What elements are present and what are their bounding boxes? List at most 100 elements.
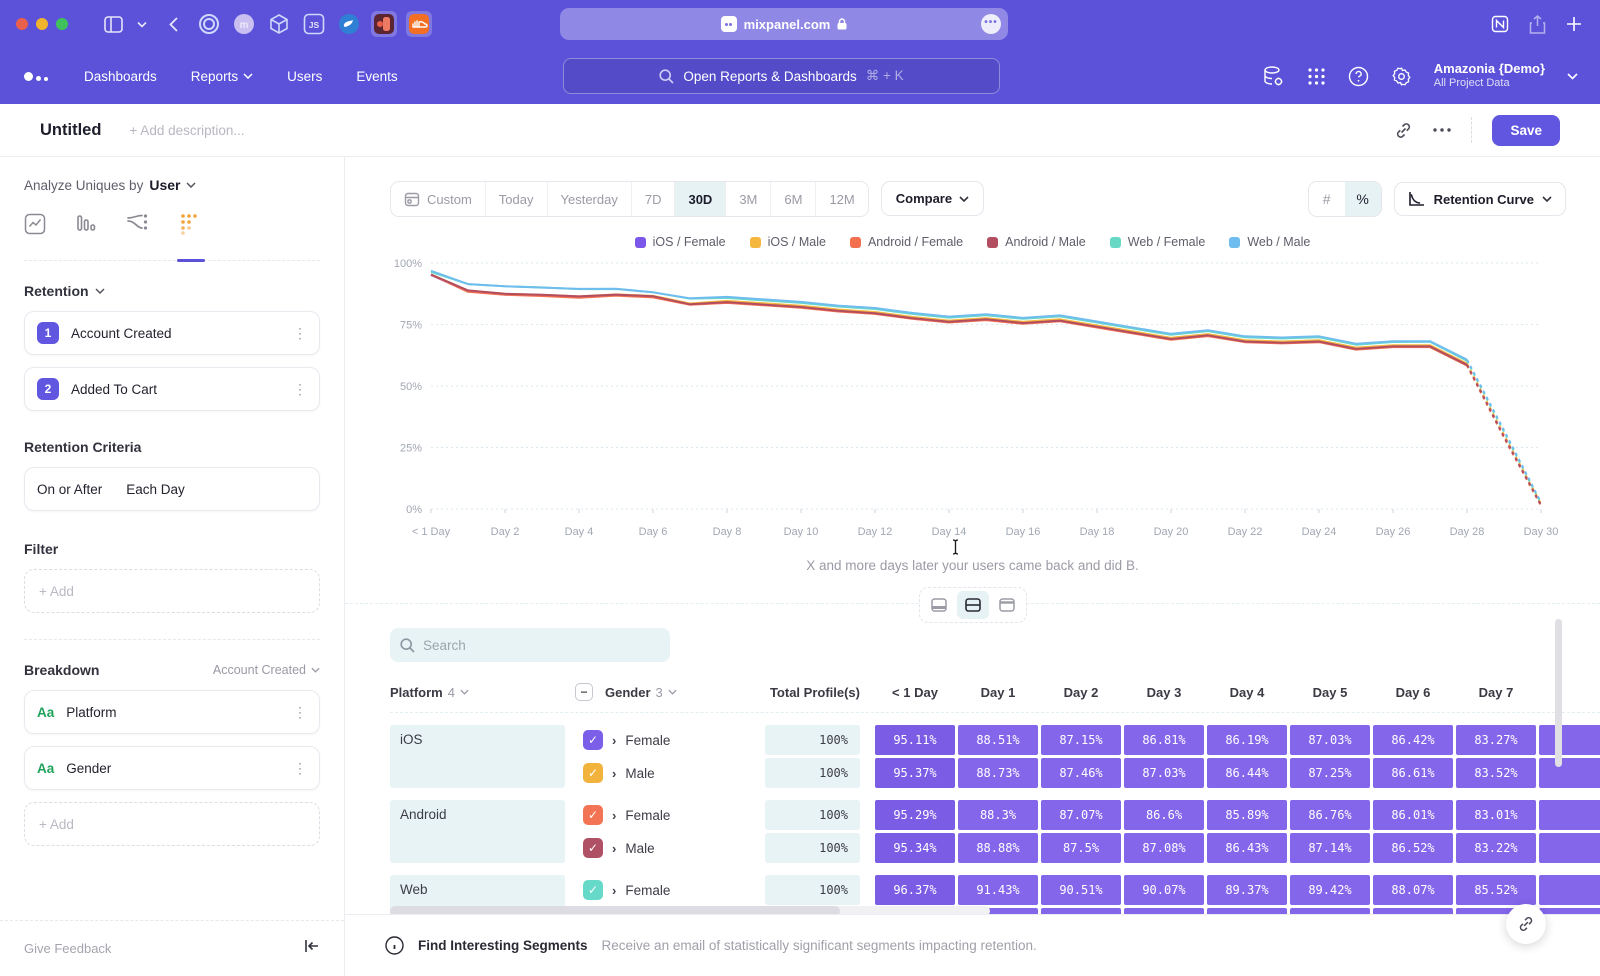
retention-value-cell[interactable]: 88.51% bbox=[958, 725, 1038, 755]
row-checkbox[interactable]: ✓ bbox=[583, 880, 603, 900]
js-extension-icon[interactable]: JS bbox=[301, 11, 327, 37]
retention-step-2[interactable]: 2 Added To Cart ⋮ bbox=[24, 367, 320, 411]
legend-item[interactable]: iOS / Male bbox=[750, 235, 826, 249]
share-link-fab[interactable] bbox=[1506, 904, 1546, 944]
retention-section-label[interactable]: Retention bbox=[24, 283, 89, 299]
nav-item-dashboards[interactable]: Dashboards bbox=[84, 69, 157, 84]
retention-value-cell[interactable] bbox=[1539, 800, 1600, 830]
retention-value-cell[interactable]: 95.29% bbox=[875, 800, 955, 830]
column-header-day[interactable]: Day 4 bbox=[1207, 685, 1287, 700]
layout-table-only-button[interactable] bbox=[991, 591, 1023, 619]
layout-chart-only-button[interactable] bbox=[923, 591, 955, 619]
table-search-input[interactable] bbox=[423, 638, 643, 653]
platform-cell[interactable]: iOS bbox=[390, 725, 565, 788]
retention-value-cell[interactable]: 89.37% bbox=[1207, 875, 1287, 905]
platform-cell[interactable]: Android bbox=[390, 800, 565, 863]
criteria-interval[interactable]: Each Day bbox=[126, 482, 185, 497]
retention-value-cell[interactable]: 88.73% bbox=[958, 758, 1038, 788]
retention-value-cell[interactable]: 87.15% bbox=[1041, 725, 1121, 755]
retention-value-cell[interactable] bbox=[1539, 833, 1600, 863]
give-feedback-link[interactable]: Give Feedback bbox=[24, 941, 111, 956]
column-header-day[interactable]: Day 3 bbox=[1124, 685, 1204, 700]
retention-value-cell[interactable]: 87.46% bbox=[1041, 758, 1121, 788]
retention-step-1[interactable]: 1 Account Created ⋮ bbox=[24, 311, 320, 355]
retention-value-cell[interactable]: 86.76% bbox=[1290, 800, 1370, 830]
retention-value-cell[interactable]: 86.52% bbox=[1373, 833, 1453, 863]
retention-value-cell[interactable]: 85.89% bbox=[1207, 800, 1287, 830]
avatar-m-icon[interactable]: m bbox=[231, 11, 257, 37]
table-row[interactable]: ✓›Male100%95.34%88.88%87.5%87.08%86.43%8… bbox=[575, 833, 1600, 863]
retention-value-cell[interactable]: 87.07% bbox=[1041, 800, 1121, 830]
kebab-menu-icon[interactable]: ⋮ bbox=[293, 381, 307, 398]
window-zoom-button[interactable] bbox=[56, 18, 68, 30]
retention-value-cell[interactable]: 86.44% bbox=[1207, 758, 1287, 788]
red-tile-extension-icon[interactable] bbox=[371, 11, 397, 37]
tab-funnels[interactable] bbox=[76, 213, 96, 248]
collapse-sidebar-icon[interactable] bbox=[304, 939, 320, 958]
retention-value-cell[interactable]: 87.25% bbox=[1290, 758, 1370, 788]
retention-value-cell[interactable]: 96.37% bbox=[875, 875, 955, 905]
save-button[interactable]: Save bbox=[1492, 115, 1560, 146]
retention-value-cell[interactable]: 86.19% bbox=[1207, 725, 1287, 755]
range-12m[interactable]: 12M bbox=[816, 182, 867, 216]
table-search[interactable] bbox=[390, 628, 670, 662]
range-3m[interactable]: 3M bbox=[726, 182, 771, 216]
range-7d[interactable]: 7D bbox=[632, 182, 676, 216]
retention-value-cell[interactable]: 83.52% bbox=[1456, 758, 1536, 788]
retention-value-cell[interactable]: 87.14% bbox=[1290, 833, 1370, 863]
range-yesterday[interactable]: Yesterday bbox=[548, 182, 632, 216]
retention-value-cell[interactable]: 86.81% bbox=[1124, 725, 1204, 755]
range-custom[interactable]: Custom bbox=[391, 182, 486, 216]
retention-value-cell[interactable]: 87.5% bbox=[1041, 833, 1121, 863]
apps-grid-icon[interactable] bbox=[1307, 67, 1326, 86]
chart-type-dropdown[interactable]: Retention Curve bbox=[1394, 182, 1566, 216]
url-extensions-button[interactable]: ••• bbox=[981, 14, 1001, 34]
help-icon[interactable] bbox=[1348, 66, 1369, 87]
layout-split-button[interactable] bbox=[957, 591, 989, 619]
retention-value-cell[interactable]: 90.07% bbox=[1124, 875, 1204, 905]
retention-value-cell[interactable]: 95.37% bbox=[875, 758, 955, 788]
window-minimize-button[interactable] bbox=[36, 18, 48, 30]
column-header-total[interactable]: Total Profile(s) bbox=[765, 685, 860, 700]
retention-value-cell[interactable]: 87.08% bbox=[1124, 833, 1204, 863]
retention-value-cell[interactable]: 86.42% bbox=[1373, 725, 1453, 755]
nav-item-reports[interactable]: Reports bbox=[191, 69, 253, 84]
row-expand-icon[interactable]: › bbox=[612, 883, 616, 898]
column-header-day[interactable]: Day 2 bbox=[1041, 685, 1121, 700]
retention-value-cell[interactable]: 87.03% bbox=[1124, 758, 1204, 788]
url-bar[interactable]: mixpanel.com ••• bbox=[560, 8, 1008, 40]
retention-value-cell[interactable]: 95.11% bbox=[875, 725, 955, 755]
mixpanel-logo[interactable] bbox=[24, 72, 48, 81]
add-description-button[interactable]: + Add description... bbox=[129, 123, 244, 138]
add-breakdown-button[interactable]: + Add bbox=[24, 802, 320, 846]
org-switcher[interactable]: Amazonia {Demo} All Project Data bbox=[1434, 61, 1545, 91]
row-expand-icon[interactable]: › bbox=[612, 733, 616, 748]
row-checkbox[interactable]: ✓ bbox=[583, 763, 603, 783]
cube-icon[interactable] bbox=[266, 11, 292, 37]
window-close-button[interactable] bbox=[16, 18, 28, 30]
retention-value-cell[interactable]: 88.88% bbox=[958, 833, 1038, 863]
nav-item-events[interactable]: Events bbox=[356, 69, 397, 84]
report-title[interactable]: Untitled bbox=[40, 121, 101, 140]
tab-retention[interactable] bbox=[180, 213, 200, 248]
column-header-day[interactable]: < 1 Day bbox=[875, 685, 955, 700]
bird-extension-icon[interactable] bbox=[336, 11, 362, 37]
retention-value-cell[interactable]: 83.27% bbox=[1456, 725, 1536, 755]
retention-value-cell[interactable]: 85.52% bbox=[1456, 875, 1536, 905]
analyze-value-dropdown[interactable]: User bbox=[149, 177, 180, 193]
chevron-down-icon[interactable] bbox=[137, 21, 147, 28]
retention-value-cell[interactable]: 83.22% bbox=[1456, 833, 1536, 863]
kebab-menu-icon[interactable]: ⋮ bbox=[293, 704, 307, 721]
retention-value-cell[interactable] bbox=[1539, 725, 1600, 755]
range-today[interactable]: Today bbox=[486, 182, 548, 216]
add-filter-button[interactable]: + Add bbox=[24, 569, 320, 613]
global-search-button[interactable]: Open Reports & Dashboards ⌘ + K bbox=[563, 58, 1000, 94]
compare-button[interactable]: Compare bbox=[881, 181, 984, 216]
legend-item[interactable]: Web / Male bbox=[1229, 235, 1310, 249]
sidebar-toggle-icon[interactable] bbox=[104, 16, 123, 33]
back-icon[interactable] bbox=[169, 17, 178, 32]
find-segments-link[interactable]: Find Interesting Segments bbox=[418, 938, 588, 953]
org-chevron-down-icon[interactable] bbox=[1567, 73, 1578, 80]
retention-value-cell[interactable]: 90.51% bbox=[1041, 875, 1121, 905]
table-row[interactable]: ✓›Female100%95.29%88.3%87.07%86.6%85.89%… bbox=[575, 800, 1600, 830]
